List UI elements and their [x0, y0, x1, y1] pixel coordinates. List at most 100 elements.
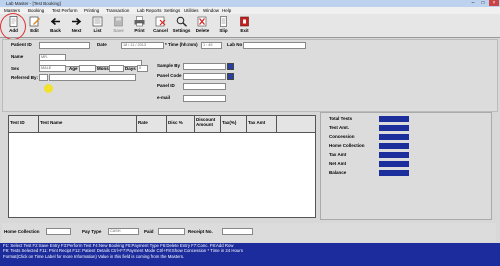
print-button[interactable]: Print: [130, 15, 149, 35]
referred-by-code[interactable]: [39, 74, 48, 81]
sample-by-label: Sample By: [157, 63, 181, 68]
referred-by-field[interactable]: [49, 74, 136, 81]
save-button[interactable]: Save: [109, 15, 128, 35]
age-field[interactable]: [79, 65, 96, 72]
summary-test-amt-value: [379, 125, 409, 131]
menu-utilities[interactable]: Utilities: [184, 8, 199, 13]
close-window-button[interactable]: ×: [489, 0, 499, 6]
receipt-no-field[interactable]: [222, 228, 253, 235]
sex-label: Sex: [11, 66, 20, 71]
referred-by-label: Referred By:: [11, 75, 39, 80]
paid-field[interactable]: [158, 228, 185, 235]
time-label[interactable]: * Time (hh:mm): [165, 42, 198, 47]
back-label: Back: [50, 28, 61, 33]
delete-button[interactable]: Delete: [193, 15, 212, 35]
exit-label: Exit: [240, 28, 249, 33]
list-icon: [92, 16, 103, 27]
test-grid[interactable]: Test ID Test Name Rate Disc % Discount A…: [8, 115, 316, 218]
cancel-icon: [155, 16, 166, 27]
column-test-name: Test Name: [39, 116, 137, 132]
age-label: Age: [69, 66, 78, 71]
summary-balance-value: [379, 170, 409, 176]
summary-panel: Total Tests Test Amt. Concession Home Co…: [320, 112, 492, 220]
save-label: Save: [113, 28, 124, 33]
menu-booking[interactable]: Booking: [28, 8, 44, 13]
back-button[interactable]: Back: [46, 15, 65, 35]
edit-button[interactable]: Edit: [25, 15, 44, 35]
summary-home-collection-value: [379, 143, 409, 149]
mons-label: Mons: [97, 66, 109, 71]
menu-window[interactable]: Window: [203, 8, 219, 13]
date-label: Date: [97, 42, 107, 47]
slip-button[interactable]: Slip: [214, 15, 233, 35]
mons-field[interactable]: [109, 65, 124, 72]
pay-type-label: Pay Type: [82, 229, 102, 234]
settings-label: Settings: [172, 28, 191, 33]
slip-label: Slip: [219, 28, 228, 33]
sample-by-lookup-button[interactable]: [227, 63, 234, 70]
window-titlebar: Lab Master - [Test Booking] – □ ×: [0, 0, 500, 7]
sample-by-field[interactable]: [183, 63, 226, 70]
summary-total-tests-value: [379, 116, 409, 122]
column-rate: Rate: [137, 116, 167, 132]
edit-icon: [29, 16, 40, 27]
summary-concession-label: Concession: [329, 134, 355, 139]
column-tax: Tax(%): [221, 116, 247, 132]
summary-net-amt-value: [379, 161, 409, 167]
time-field[interactable]: 1 : 45: [201, 42, 222, 49]
slip-icon: [220, 16, 227, 27]
menu-lab-reports[interactable]: Lab Reports: [137, 8, 162, 13]
column-test-id: Test ID: [9, 116, 39, 132]
settings-button[interactable]: Settings: [172, 15, 191, 35]
panel-code-field[interactable]: [183, 73, 226, 80]
next-label: Next: [71, 28, 82, 33]
menu-settings[interactable]: Settings: [164, 8, 180, 13]
summary-net-amt-label: Net Amt: [329, 161, 347, 166]
menu-printing[interactable]: Printing: [84, 8, 99, 13]
column-discount-amount: Discount Amount: [195, 116, 221, 132]
exit-button[interactable]: Exit: [235, 15, 254, 35]
window-title: Lab Master - [Test Booking]: [6, 1, 61, 6]
patient-id-field[interactable]: [39, 42, 90, 49]
menu-transaction[interactable]: Transaction: [106, 8, 129, 13]
paid-label: Paid: [144, 229, 154, 234]
minimize-button[interactable]: –: [468, 0, 478, 6]
email-label: e-mail: [157, 95, 171, 100]
cancel-label: Cancel: [153, 28, 168, 33]
date-field[interactable]: 18 / 11 / 2013: [121, 42, 164, 49]
next-arrow-icon: [72, 17, 82, 26]
lab-no-field[interactable]: [243, 42, 306, 49]
list-label: List: [93, 28, 102, 33]
next-button[interactable]: Next: [67, 15, 86, 35]
menu-test-perform[interactable]: Test Perform: [52, 8, 78, 13]
home-collection-field[interactable]: [46, 228, 71, 235]
summary-tax-amt-label: Tax Amt: [329, 152, 347, 157]
summary-test-amt-label: Test Amt.: [329, 125, 350, 130]
panel-id-field[interactable]: [183, 83, 226, 90]
sex-select[interactable]: MALE: [39, 65, 66, 72]
column-disc: Disc %: [167, 116, 195, 132]
patient-id-label: Patient ID: [11, 42, 32, 47]
cancel-button[interactable]: Cancel: [151, 15, 170, 35]
summary-tax-amt-value: [379, 152, 409, 158]
panel-code-lookup-button[interactable]: [227, 73, 234, 80]
patient-form: Patient ID Date 18 / 11 / 2013 * Time (h…: [2, 39, 498, 112]
home-collection-label: Home Collection: [4, 229, 40, 234]
delete-icon: [197, 16, 207, 27]
panel-code-label: Panel Code: [157, 73, 182, 78]
summary-home-collection-label: Home Collection: [329, 143, 365, 148]
days-field[interactable]: 0: [137, 65, 148, 72]
email-field[interactable]: [183, 95, 226, 102]
mouse-pointer-highlight: [44, 84, 53, 93]
save-icon: [114, 16, 123, 27]
maximize-button[interactable]: □: [478, 0, 488, 6]
printer-icon: [134, 16, 145, 27]
list-button[interactable]: List: [88, 15, 107, 35]
lab-no-label: Lab No: [227, 42, 243, 47]
summary-concession-value: [379, 134, 409, 140]
pay-type-select[interactable]: CASH: [108, 228, 139, 235]
back-arrow-icon: [50, 17, 60, 26]
menu-help[interactable]: Help: [222, 8, 231, 13]
payment-form: Home Collection Pay Type CASH Paid Recei…: [2, 223, 496, 242]
delete-label: Delete: [195, 28, 210, 33]
